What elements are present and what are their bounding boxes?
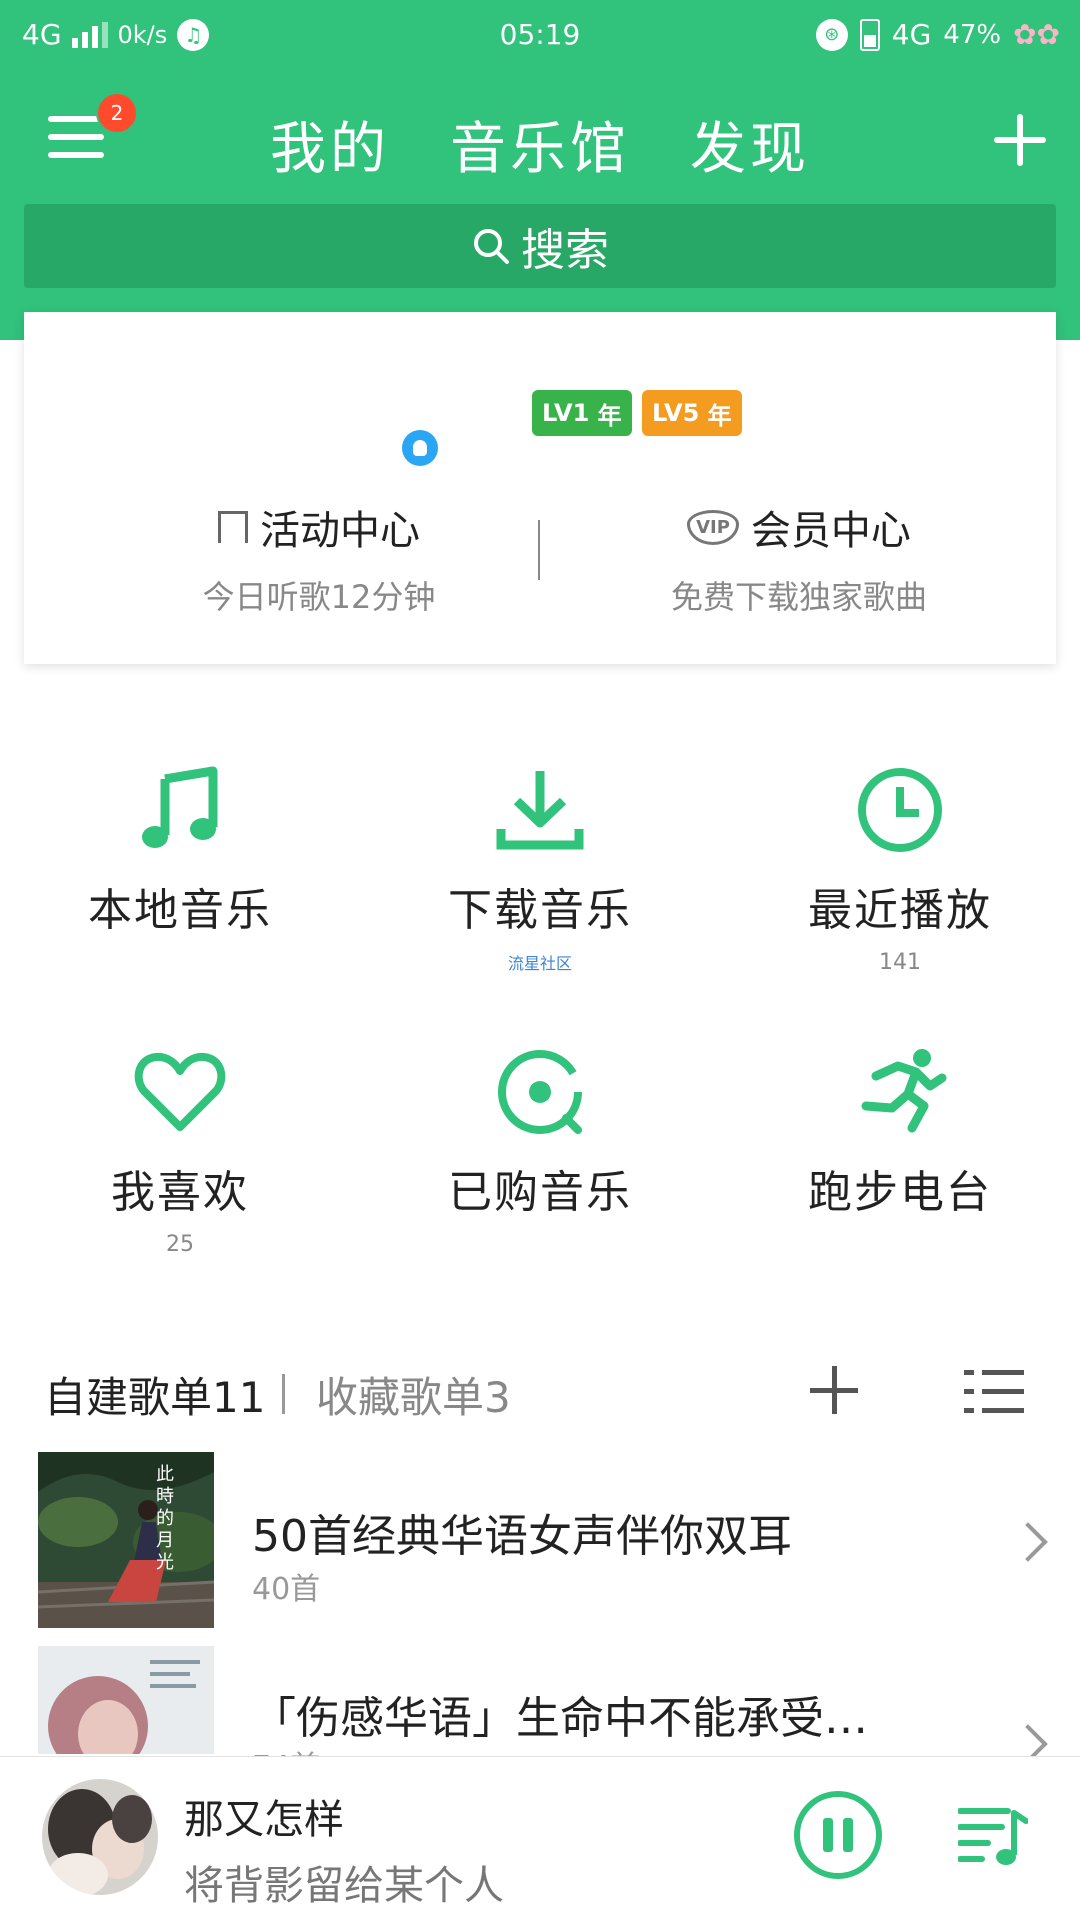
music-note-icon — [142, 766, 218, 848]
search-label: 搜索 — [521, 225, 609, 276]
vip-icon: VIP — [687, 509, 739, 545]
purchased-music[interactable]: 已购音乐 — [360, 1042, 720, 1262]
activity-center-sub: 今日听歌12分钟 — [202, 578, 436, 616]
lv5-badge[interactable]: LV5 年 — [642, 390, 742, 436]
status-bar: 4G 0k/s ♫ 05:19 ⊛ 4G 47% ✿✿ — [0, 0, 1080, 72]
playlist-cover: 此時的月光 — [38, 1452, 214, 1628]
main-tabs: 我的 音乐馆 发现 — [270, 104, 810, 185]
pause-button[interactable] — [794, 1791, 882, 1879]
recent-play-label: 最近播放 — [808, 885, 992, 936]
search-bar[interactable]: 搜索 — [24, 204, 1056, 288]
download-music-label: 下载音乐 — [448, 885, 632, 936]
local-music[interactable]: 本地音乐 — [0, 760, 360, 980]
flag-icon — [218, 511, 248, 543]
tab-mine[interactable]: 我的 — [270, 104, 390, 185]
tab-music-hall[interactable]: 音乐馆 — [450, 104, 630, 185]
vip-center[interactable]: VIP 会员中心 免费下载独家歌曲 — [584, 498, 1014, 618]
local-music-sub — [0, 950, 360, 980]
playlist-item[interactable]: 此時的月光 50首经典华语女声伴你双耳 40首 — [0, 1452, 1080, 1642]
battery-icon — [859, 18, 880, 51]
album-art[interactable] — [42, 1779, 158, 1895]
download-music[interactable]: 下载音乐 流星社区 — [360, 760, 720, 980]
playlist-tab-divider — [282, 1374, 285, 1414]
manage-list-icon[interactable] — [964, 1364, 1024, 1420]
qq-icon[interactable] — [402, 430, 438, 466]
running-radio-label: 跑步电台 — [808, 1167, 992, 1218]
my-favorites-label: 我喜欢 — [111, 1167, 249, 1218]
activity-center[interactable]: 活动中心 今日听歌12分钟 — [104, 498, 534, 618]
activity-center-title: 活动中心 — [260, 508, 420, 554]
local-music-label: 本地音乐 — [88, 885, 272, 936]
profile-card: LV1 年 LV5 年 活动中心 今日听歌12分钟 VIP 会员中心 免费下载独… — [24, 312, 1056, 664]
playlist-queue-icon[interactable] — [957, 1803, 1029, 1867]
playlist-count: 40首 — [252, 1572, 321, 1607]
tab-collected-playlists[interactable]: 收藏歌单3 — [316, 1364, 511, 1425]
playlist-header: 自建歌单11 收藏歌单3 — [44, 1360, 1044, 1430]
my-favorites[interactable]: 我喜欢 25 — [0, 1042, 360, 1262]
vip-center-sub: 免费下载独家歌曲 — [670, 578, 927, 616]
battery-percent: 47% — [943, 19, 1002, 50]
running-radio-sub — [720, 1232, 1080, 1262]
tab-created-playlists[interactable]: 自建歌单11 — [44, 1364, 265, 1425]
tab-discover[interactable]: 发现 — [690, 104, 810, 185]
clock-icon — [858, 768, 942, 852]
download-icon — [496, 771, 584, 850]
disc-icon — [498, 1050, 582, 1134]
purchased-music-label: 已购音乐 — [448, 1167, 632, 1218]
chevron-right-icon — [1008, 1522, 1048, 1562]
now-playing-artist: 将背影留给某个人 — [184, 1863, 504, 1909]
playlist-title: 50首经典华语女声伴你双耳 — [252, 1511, 792, 1562]
heart-icon — [134, 1052, 226, 1131]
bluetooth-icon: ⊛ — [815, 18, 848, 51]
network-label-2: 4G — [891, 18, 932, 51]
runner-icon — [861, 1049, 947, 1133]
vip-center-title: 会员中心 — [750, 508, 911, 554]
playlist-title: 「伤感华语」生命中不能承受… — [252, 1693, 868, 1744]
running-radio[interactable]: 跑步电台 — [720, 1042, 1080, 1262]
add-playlist-icon[interactable] — [804, 1360, 864, 1420]
lv1-badge[interactable]: LV1 年 — [532, 390, 632, 436]
notification-badge: 2 — [96, 92, 138, 134]
menu-icon[interactable] — [48, 110, 104, 166]
card-divider — [538, 520, 540, 580]
add-icon[interactable] — [990, 110, 1050, 170]
recent-play-sub: 141 — [879, 950, 921, 975]
playlist-cover-caption: 此時的月光 — [156, 1464, 174, 1573]
download-music-sub: 流星社区 — [507, 954, 572, 973]
top-nav: 2 我的 音乐馆 发现 — [0, 92, 1080, 192]
playlist-cover — [38, 1646, 214, 1754]
search-icon — [474, 229, 509, 264]
purchased-music-sub — [360, 1232, 720, 1262]
recent-play[interactable]: 最近播放 141 — [720, 760, 1080, 980]
flower-icon: ✿✿ — [1013, 18, 1060, 51]
now-playing-title: 那又怎样 — [184, 1797, 344, 1843]
mini-player[interactable]: 那又怎样 将背影留给某个人 — [0, 1756, 1080, 1921]
my-favorites-sub: 25 — [166, 1232, 194, 1257]
pause-icon — [823, 1818, 833, 1852]
